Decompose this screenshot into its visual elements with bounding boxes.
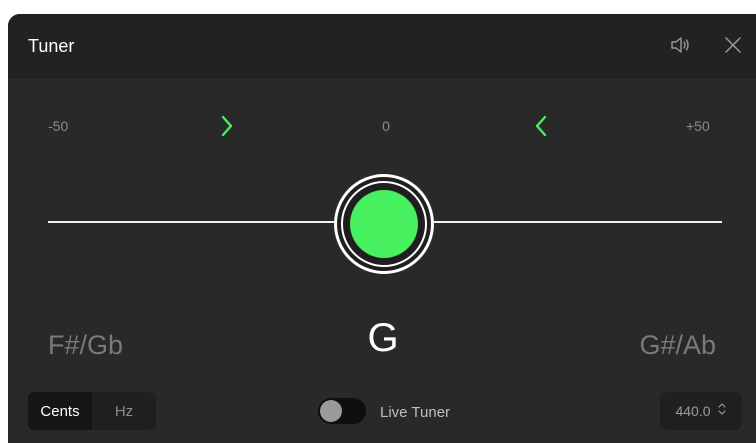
toggle-knob [320, 400, 342, 422]
speaker-icon[interactable] [668, 33, 692, 57]
current-note-label: G [367, 316, 399, 360]
chevron-left-icon [534, 114, 548, 138]
reference-frequency-value: 440.0 [675, 403, 711, 419]
sharp-note-label: G#/Ab [639, 330, 716, 360]
hz-button[interactable]: Hz [92, 392, 156, 430]
cents-button[interactable]: Cents [28, 392, 92, 430]
tuner-window: Tuner -50 0 +50 F#/Gb G G#/Ab Cents Hz L… [8, 14, 756, 443]
live-tuner-label: Live Tuner [380, 404, 451, 421]
unit-segmented-control: Cents Hz [28, 392, 156, 430]
window-title: Tuner [28, 36, 75, 56]
chevron-right-icon [220, 114, 234, 138]
reference-frequency-stepper[interactable]: 440.0 [660, 392, 742, 430]
close-icon[interactable] [722, 34, 744, 56]
scale-center-label: 0 [382, 118, 390, 134]
live-tuner-toggle[interactable] [318, 398, 366, 424]
title-bar: Tuner [8, 14, 756, 78]
scale-max-label: +50 [686, 118, 710, 134]
stepper-arrows-icon [717, 402, 727, 421]
flat-note-label: F#/Gb [48, 330, 124, 360]
scale-min-label: -50 [48, 118, 69, 134]
tuning-indicator-dot [350, 190, 418, 258]
